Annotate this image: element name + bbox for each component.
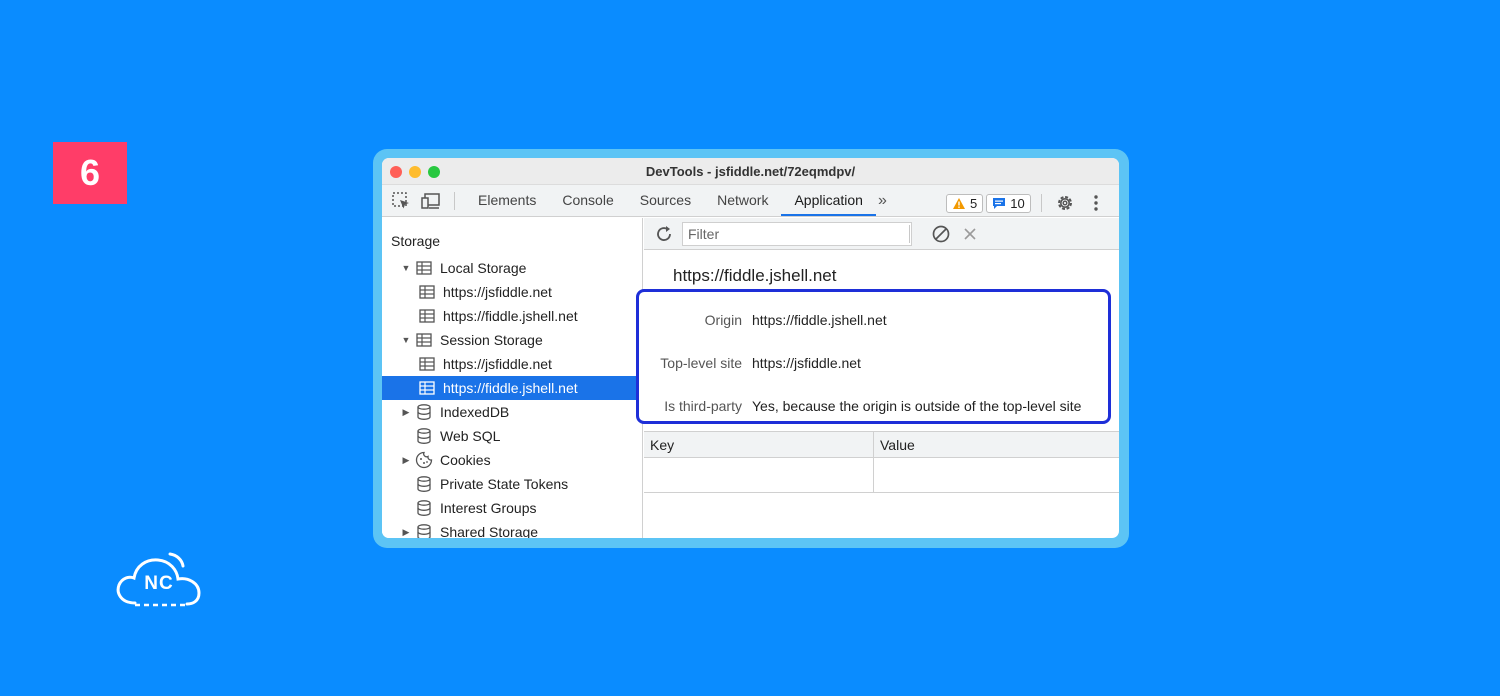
info-key: Is third-party [664, 398, 742, 414]
devtools-window: DevTools - jsfiddle.net/72eqmdpv/ Elemen… [382, 158, 1119, 538]
expand-arrow-down-icon[interactable]: ▼ [400, 335, 412, 345]
messages-count: 10 [1010, 195, 1025, 211]
sidebar-item-label: Interest Groups [440, 500, 537, 516]
expand-arrow-right-icon[interactable]: ▶ [400, 407, 412, 418]
sidebar-item[interactable]: https://jsfiddle.net [382, 280, 643, 304]
more-tabs-icon[interactable]: » [878, 192, 887, 210]
sidebar-item[interactable]: Interest Groups [382, 496, 643, 520]
nc-cloud-logo: NC [113, 551, 205, 609]
maximize-window-button[interactable] [428, 166, 440, 178]
tab-sources[interactable]: Sources [627, 185, 704, 216]
logo-text: NC [144, 573, 174, 594]
sidebar-item[interactable]: https://jsfiddle.net [382, 352, 643, 376]
sidebar-item[interactable]: ▶ Cookies [382, 448, 643, 472]
filter-bar [644, 218, 1119, 250]
warnings-badge[interactable]: 5 [946, 193, 984, 213]
storage-section-header: Storage [391, 233, 441, 249]
delete-selected-icon[interactable] [957, 221, 983, 247]
message-icon [993, 197, 1006, 209]
sidebar-item-label: Local Storage [440, 260, 527, 276]
column-header-value[interactable]: Value [874, 432, 1119, 457]
clear-all-icon[interactable] [928, 221, 954, 247]
origin-heading: https://fiddle.jshell.net [673, 266, 837, 285]
sidebar-item-label: https://jsfiddle.net [443, 284, 552, 300]
database-icon [415, 524, 433, 538]
sidebar-item[interactable]: ▼ Session Storage [382, 328, 643, 352]
warnings-count: 5 [970, 195, 978, 211]
table-icon [415, 260, 433, 276]
database-icon [415, 500, 433, 516]
warning-icon [953, 197, 965, 209]
window-controls [390, 166, 440, 178]
toolbar-divider [454, 191, 455, 210]
table-cell-key[interactable] [644, 458, 874, 492]
table-row[interactable] [644, 458, 1119, 492]
sidebar-item-label: https://fiddle.jshell.net [443, 308, 578, 324]
sidebar-item[interactable]: https://fiddle.jshell.net [382, 376, 643, 400]
inspect-element-icon[interactable] [388, 188, 414, 214]
step-number-badge: 6 [53, 142, 127, 204]
messages-badge[interactable]: 10 [986, 193, 1031, 213]
filter-input[interactable] [682, 222, 912, 246]
database-icon [415, 404, 433, 420]
tab-console[interactable]: Console [549, 185, 626, 216]
sidebar-item[interactable]: ▶ Shared Storage [382, 520, 643, 538]
storage-table: Key Value [644, 431, 1119, 493]
table-icon [415, 332, 433, 348]
close-window-button[interactable] [390, 166, 402, 178]
sidebar-item[interactable]: Web SQL [382, 424, 643, 448]
expand-arrow-right-icon[interactable]: ▶ [400, 527, 412, 538]
database-icon [415, 476, 433, 492]
sidebar-item[interactable]: https://fiddle.jshell.net [382, 304, 643, 328]
database-icon [415, 428, 433, 444]
device-toolbar-icon[interactable] [418, 188, 444, 214]
sidebar-item-label: Cookies [440, 452, 491, 468]
screenshot-frame: DevTools - jsfiddle.net/72eqmdpv/ Elemen… [373, 149, 1129, 548]
devtools-toolbar: Elements Console Sources Network Applica… [382, 185, 1119, 217]
table-header: Key Value [644, 432, 1119, 458]
sidebar-item-label: Shared Storage [440, 524, 539, 538]
sidebar-item-label: https://fiddle.jshell.net [443, 380, 578, 396]
sidebar-item[interactable]: Private State Tokens [382, 472, 643, 496]
origin-info-box: Origin https://fiddle.jshell.net Top-lev… [636, 289, 1111, 424]
tab-application[interactable]: Application [781, 185, 876, 216]
sidebar-item[interactable]: ▼ Local Storage [382, 256, 643, 280]
sidebar-item-label: https://jsfiddle.net [443, 356, 552, 372]
title-bar: DevTools - jsfiddle.net/72eqmdpv/ [382, 158, 1119, 185]
expand-arrow-right-icon[interactable]: ▶ [400, 455, 412, 466]
table-cell-value[interactable] [874, 458, 1119, 492]
info-key: Origin [704, 312, 742, 328]
storage-main-panel: https://fiddle.jshell.net Origin https:/… [636, 218, 1119, 538]
table-icon [418, 308, 436, 324]
sidebar-item-label: Session Storage [440, 332, 543, 348]
toolbar-divider [1040, 194, 1042, 212]
filter-divider [909, 225, 910, 243]
minimize-window-button[interactable] [409, 166, 421, 178]
settings-gear-icon[interactable] [1052, 190, 1078, 216]
info-key: Top-level site [660, 355, 742, 371]
cookie-icon [415, 451, 433, 469]
info-value: https://fiddle.jshell.net [752, 312, 887, 328]
sidebar-item-label: Web SQL [440, 428, 501, 444]
expand-arrow-down-icon[interactable]: ▼ [400, 263, 412, 273]
info-value: Yes, because the origin is outside of th… [752, 398, 1082, 414]
column-header-key[interactable]: Key [644, 432, 874, 457]
toolbar-status: 5 10 [946, 190, 1109, 216]
storage-sidebar: Storage ▼ Local Storage https://jsfiddle.n… [382, 218, 643, 538]
sidebar-item-label: IndexedDB [440, 404, 510, 420]
table-icon [418, 284, 436, 300]
tab-network[interactable]: Network [704, 185, 781, 216]
refresh-icon[interactable] [651, 221, 677, 247]
sidebar-item[interactable]: ▶ IndexedDB [382, 400, 643, 424]
window-title: DevTools - jsfiddle.net/72eqmdpv/ [645, 163, 856, 179]
tab-elements[interactable]: Elements [465, 185, 549, 216]
more-options-icon[interactable] [1083, 190, 1109, 216]
table-icon [418, 380, 436, 396]
info-value: https://jsfiddle.net [752, 355, 861, 371]
table-icon [418, 356, 436, 372]
sidebar-item-label: Private State Tokens [440, 476, 569, 492]
